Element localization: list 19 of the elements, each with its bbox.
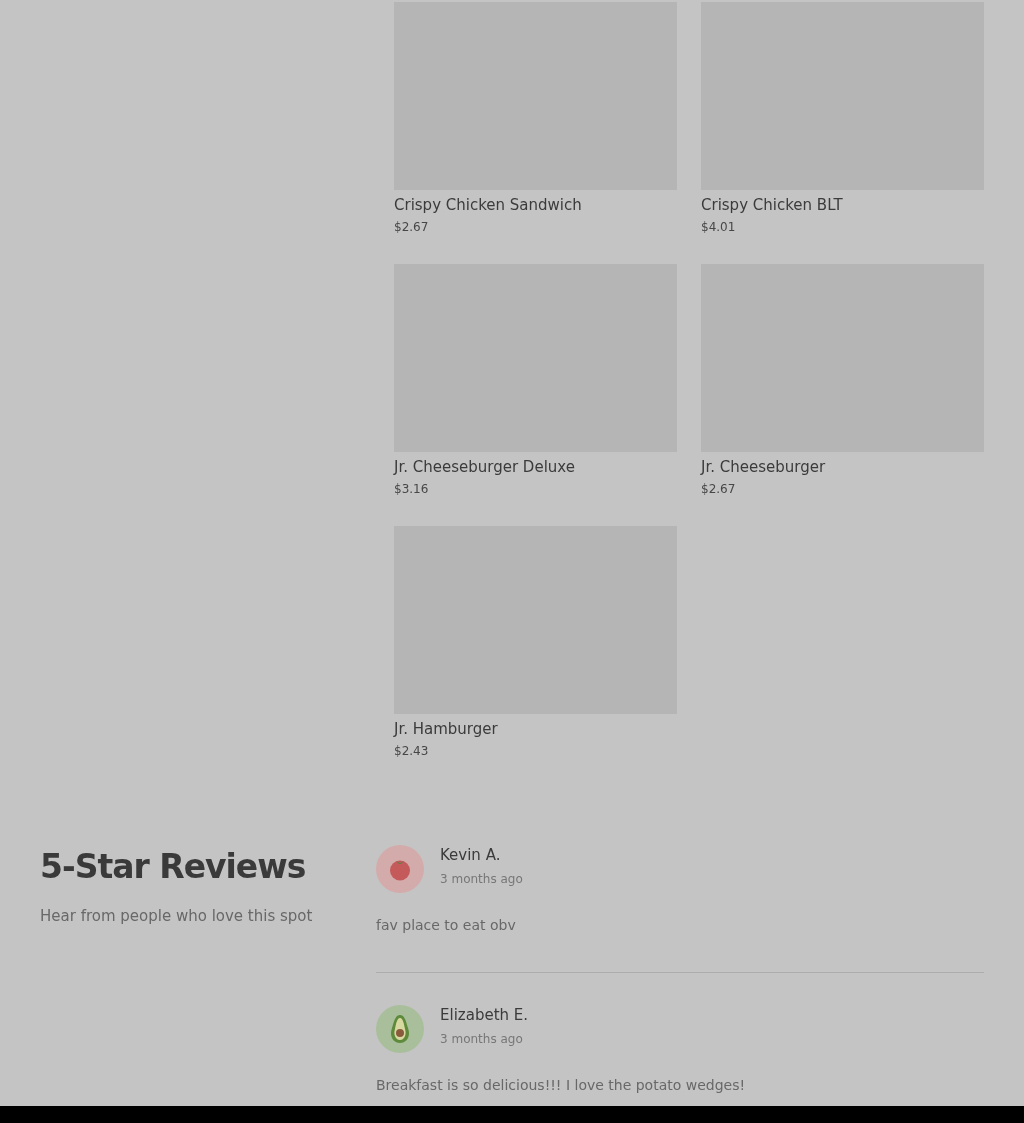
item-price: $3.16 [394,481,430,498]
section-subtitle: Hear from people who love this spot [40,906,314,927]
item-name[interactable]: Jr. Cheeseburger Deluxe [394,457,677,477]
review-time: 3 months ago [440,871,523,888]
reviewer-name: Elizabeth E. [440,1005,529,1025]
item-name[interactable]: Jr. Hamburger [394,719,677,739]
reviewer-name: Kevin A. [440,845,502,865]
item-name[interactable]: Crispy Chicken Sandwich [394,195,677,215]
item-price: $2.67 [701,481,737,498]
review-text: Breakfast is so delicious!!! I love the potato wedges! [376,1076,747,1095]
item-price: $2.43 [394,743,430,760]
item-name[interactable]: Jr. Cheeseburger [701,457,984,477]
avocado-icon [389,1014,411,1044]
item-price: $2.67 [394,219,430,236]
section-title: 5-Star Reviews [40,846,307,883]
item-name[interactable]: Crispy Chicken BLT [701,195,984,215]
review-time: 3 months ago [440,1031,524,1048]
review-text: fav place to eat obv [376,916,517,935]
item-price: $4.01 [701,219,737,236]
